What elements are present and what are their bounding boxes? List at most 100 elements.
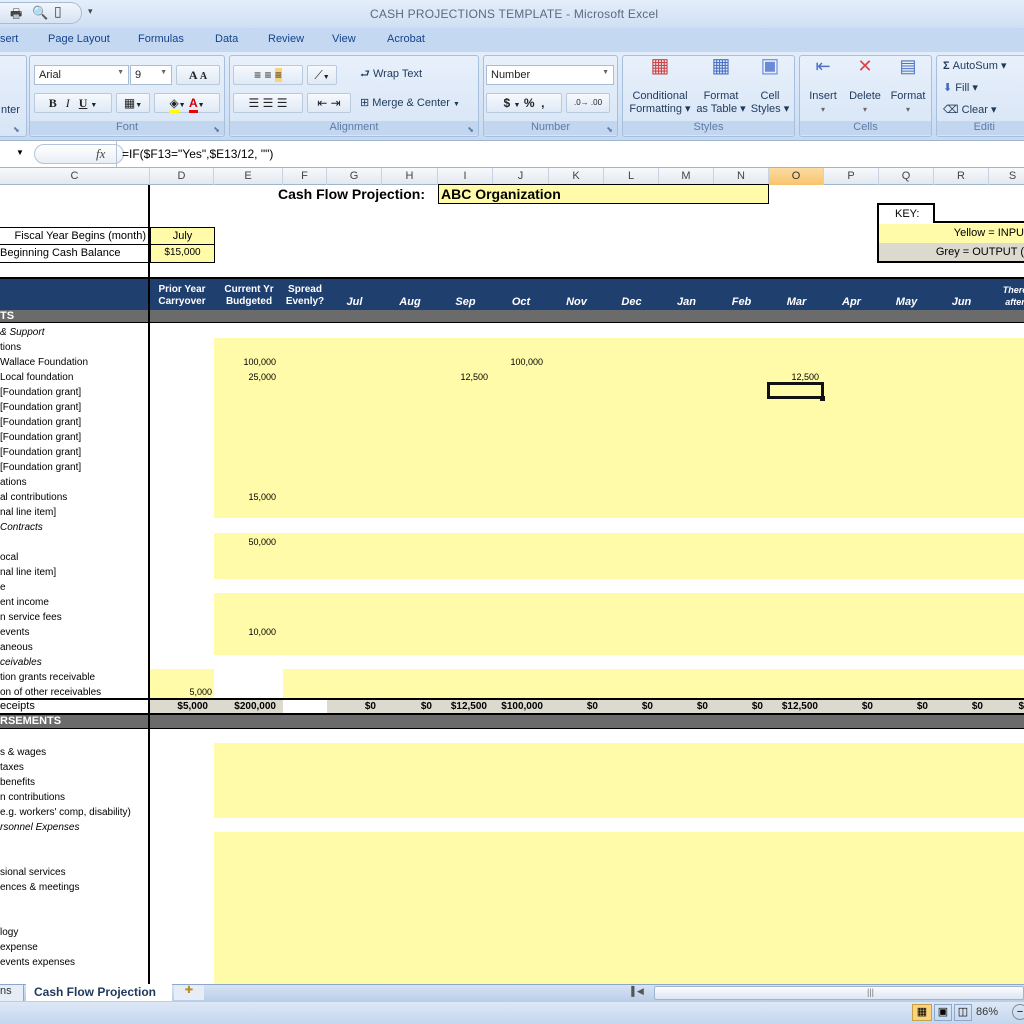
italic-button[interactable]: I: [66, 96, 70, 110]
new-document-icon[interactable]: ▯: [54, 3, 70, 19]
name-box-dropdown-icon[interactable]: ▼: [16, 148, 24, 157]
column-header-o[interactable]: O: [769, 168, 824, 185]
print-preview-icon[interactable]: 🔍: [32, 5, 48, 21]
align-center-icon[interactable]: ☰: [263, 96, 274, 110]
page-break-view-icon[interactable]: ◫: [954, 1004, 972, 1021]
cell-oct[interactable]: 100,000: [493, 355, 543, 370]
insert-cells-button[interactable]: ⇤ Insert ▾: [802, 57, 844, 116]
insert-sheet-icon[interactable]: ✚: [174, 985, 204, 1000]
format-as-table-button[interactable]: ▦ Format as Table ▾: [695, 56, 747, 116]
formula-input[interactable]: =IF($F13="Yes",$E13/12, ""): [122, 147, 273, 161]
merge-center-button[interactable]: ⊞ Merge & Center ▼: [360, 97, 460, 111]
cell-budget[interactable]: 50,000: [214, 535, 276, 550]
cell-sep[interactable]: 12,500: [438, 370, 488, 385]
comma-button[interactable]: ,: [541, 96, 544, 110]
cell-budget[interactable]: 10,000: [214, 625, 276, 640]
borders-button[interactable]: ▦▼: [116, 93, 150, 113]
align-bottom-icon[interactable]: ≡: [274, 68, 282, 82]
number-format-select[interactable]: Number ▼: [486, 65, 614, 85]
page-layout-view-icon[interactable]: ▣: [934, 1004, 952, 1021]
fill-handle[interactable]: [820, 396, 825, 401]
tab-insert[interactable]: sert: [0, 33, 18, 45]
print-icon[interactable]: 🖶: [10, 5, 26, 21]
column-header-q[interactable]: Q: [879, 168, 934, 185]
dialog-launcher-icon[interactable]: ⬊: [467, 125, 474, 134]
fill-color-icon[interactable]: ◈: [169, 96, 179, 113]
zoom-level[interactable]: 86%: [976, 1006, 998, 1018]
column-header-n[interactable]: N: [714, 168, 769, 185]
tab-acrobat[interactable]: Acrobat: [387, 33, 425, 45]
orientation-button[interactable]: ⟋▼: [307, 65, 337, 85]
chevron-down-icon[interactable]: ▼: [90, 101, 97, 109]
dialog-launcher-icon[interactable]: ⬊: [13, 125, 20, 134]
column-header-c[interactable]: C: [0, 168, 150, 185]
tab-data[interactable]: Data: [215, 33, 238, 45]
cell-budget[interactable]: 15,000: [214, 490, 276, 505]
font-name-select[interactable]: Arial ▼: [34, 65, 129, 85]
column-header-g[interactable]: G: [327, 168, 382, 185]
customize-dropdown-icon[interactable]: ▾: [88, 6, 104, 22]
column-header-e[interactable]: E: [214, 168, 283, 185]
decrease-indent-icon[interactable]: ⇤: [317, 96, 327, 110]
cell-styles-button[interactable]: ▣ Cell Styles ▾: [747, 56, 793, 116]
zoom-out-icon[interactable]: −: [1012, 1004, 1024, 1020]
tab-page-layout[interactable]: Page Layout: [48, 33, 110, 45]
clear-label: Clear: [961, 104, 988, 116]
tab-formulas[interactable]: Formulas: [138, 33, 184, 45]
shrink-font-icon[interactable]: A: [200, 71, 207, 82]
horizontal-scrollbar[interactable]: |||: [654, 986, 1024, 1000]
insert-function-button[interactable]: fx: [96, 146, 105, 162]
column-header-d[interactable]: D: [150, 168, 214, 185]
clear-button[interactable]: ⌫ Clear ▾: [943, 104, 997, 117]
bold-button[interactable]: B: [49, 96, 57, 110]
header-month-jun: Jun: [951, 296, 972, 308]
clipboard-partial-label[interactable]: nter: [1, 104, 20, 117]
column-header-j[interactable]: J: [493, 168, 549, 185]
align-top-icon[interactable]: ≡: [254, 68, 261, 82]
column-header-m[interactable]: M: [659, 168, 714, 185]
fiscal-year-cell[interactable]: July: [150, 227, 215, 245]
formula-bar-expander[interactable]: [34, 144, 124, 164]
grow-shrink-font-buttons[interactable]: A A: [176, 65, 220, 85]
cell-budget[interactable]: 100,000: [214, 355, 276, 370]
font-color-button[interactable]: A: [188, 96, 198, 113]
normal-view-icon[interactable]: ▦: [912, 1004, 932, 1021]
tab-review[interactable]: Review: [268, 33, 304, 45]
sheet-tab-previous[interactable]: ns: [0, 985, 24, 1001]
increase-indent-icon[interactable]: ⇥: [331, 96, 341, 110]
dialog-launcher-icon[interactable]: ⬊: [606, 125, 613, 134]
delete-cells-button[interactable]: ✕ Delete ▾: [844, 57, 886, 116]
beginning-cash-label: Beginning Cash Balance: [0, 245, 150, 263]
align-left-icon[interactable]: ☰: [249, 96, 260, 110]
wrap-text-button[interactable]: ⮐ Wrap Text: [360, 68, 422, 81]
cell-budget[interactable]: 25,000: [214, 370, 276, 385]
active-cell-O15[interactable]: [767, 382, 824, 399]
column-header-r[interactable]: R: [934, 168, 989, 185]
column-header-k[interactable]: K: [549, 168, 604, 185]
scroll-left-icon[interactable]: ▐ ◀: [628, 986, 652, 1000]
align-middle-icon[interactable]: ≡: [264, 68, 271, 82]
conditional-formatting-button[interactable]: ▦ Conditional Formatting ▾: [626, 56, 694, 116]
decrease-decimal-icon[interactable]: .00: [591, 98, 602, 107]
column-header-i[interactable]: I: [438, 168, 493, 185]
column-header-p[interactable]: P: [824, 168, 879, 185]
grow-font-icon[interactable]: A: [189, 68, 197, 82]
beginning-cash-cell[interactable]: $15,000: [150, 245, 215, 263]
autosum-button[interactable]: Σ AutoSum ▾: [943, 60, 1007, 73]
fill-button[interactable]: ⬇ Fill ▾: [943, 82, 978, 95]
currency-button[interactable]: $: [504, 96, 511, 110]
column-header-h[interactable]: H: [382, 168, 438, 185]
align-right-icon[interactable]: ☰: [277, 96, 288, 110]
organization-name-cell[interactable]: ABC Organization: [438, 184, 769, 204]
underline-button[interactable]: U: [79, 96, 88, 110]
sheet-tab-cash-flow-projection[interactable]: Cash Flow Projection: [26, 984, 172, 1001]
tab-view[interactable]: View: [332, 33, 356, 45]
format-cells-button[interactable]: ▤ Format ▾: [886, 57, 930, 116]
font-size-select[interactable]: 9 ▼: [130, 65, 172, 85]
column-header-l[interactable]: L: [604, 168, 659, 185]
percent-button[interactable]: %: [524, 96, 535, 110]
column-header-f[interactable]: F: [283, 168, 327, 185]
column-header-s[interactable]: S: [989, 168, 1024, 185]
increase-decimal-icon[interactable]: .0→: [574, 98, 589, 107]
dialog-launcher-icon[interactable]: ⬊: [213, 125, 220, 134]
